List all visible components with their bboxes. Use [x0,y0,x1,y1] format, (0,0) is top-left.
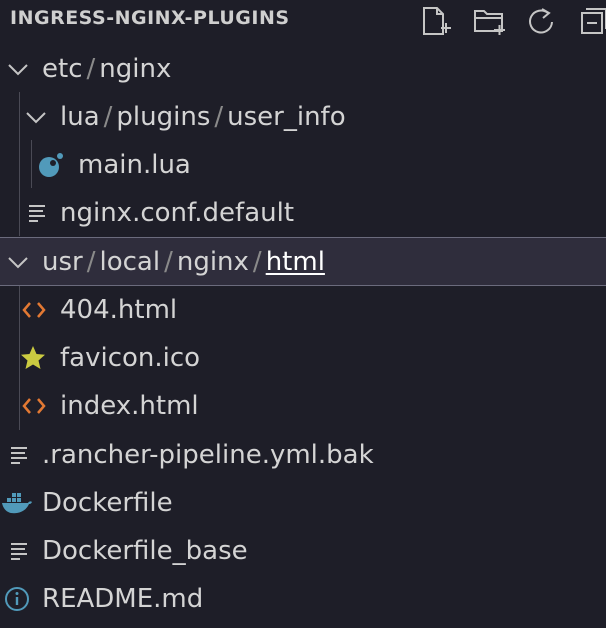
file-label: 404.html [60,295,178,325]
chevron-down-icon [8,257,28,269]
file-label: Dockerfile [42,488,173,518]
path-segment[interactable]: user_info [227,102,345,132]
refresh-icon [529,8,553,34]
file-label: .rancher-pipeline.yml.bak [42,440,374,470]
chevron-down-icon [8,64,28,76]
file-label: README.md [42,584,204,614]
new-folder-icon [474,10,505,35]
path-separator: / [86,54,96,84]
explorer-header: INGRESS-NGINX-PLUGINS [0,0,606,40]
path-separator: / [252,247,262,277]
tree-file-rancher-pipeline[interactable]: .rancher-pipeline.yml.bak [0,431,606,479]
file-label: main.lua [78,150,191,180]
docker-icon [2,493,32,514]
new-file-button[interactable] [418,4,452,38]
tree-file-index-html[interactable]: index.html [0,382,606,430]
file-label: nginx.conf.default [60,198,295,228]
star-icon [21,346,45,369]
path-segment[interactable]: plugins [116,102,210,132]
file-label: Dockerfile_base [42,536,248,566]
path-segment[interactable]: usr [42,247,83,277]
folder-label: usr / local / nginx / html [42,246,325,278]
path-separator: / [86,247,96,277]
html-file-icon [22,302,46,318]
text-file-icon [11,447,27,464]
path-segment[interactable]: etc [42,54,83,84]
new-folder-button[interactable] [472,4,506,38]
collapse-all-button[interactable] [576,4,606,38]
text-file-icon [11,543,27,560]
path-separator: / [164,247,173,277]
new-file-icon [423,7,451,35]
path-segment[interactable]: local [99,247,160,277]
tree-file-favicon-ico[interactable]: favicon.ico [0,334,606,382]
tree-folder-usr-local-nginx-html[interactable]: usr / local / nginx / html [0,237,606,286]
tree-folder-etc-nginx[interactable]: etc / nginx [0,45,606,93]
path-segment[interactable]: nginx [99,54,171,84]
path-separator: / [214,102,224,132]
folder-label: lua / plugins / user_info [60,101,346,133]
tree-folder-lua-plugins-user-info[interactable]: lua / plugins / user_info [0,93,606,141]
lua-file-icon [39,153,63,177]
folder-label: etc / nginx [42,53,171,85]
explorer-title: INGRESS-NGINX-PLUGINS [10,7,290,29]
tree-file-readme-md[interactable]: README.md [0,575,606,623]
tree-file-dockerfile-base[interactable]: Dockerfile_base [0,527,606,575]
tree-file-404-html[interactable]: 404.html [0,286,606,334]
path-separator: / [103,102,113,132]
tree-file-main-lua[interactable]: main.lua [0,141,606,189]
file-label: favicon.ico [60,343,201,373]
html-file-icon [22,398,46,414]
text-file-icon [29,205,45,222]
file-label: index.html [60,391,199,421]
path-segment[interactable]: nginx [177,247,249,277]
path-segment[interactable]: lua [60,102,100,132]
chevron-down-icon [26,112,46,124]
refresh-button[interactable] [524,4,558,38]
path-segment[interactable]: html [266,247,325,277]
tree-file-dockerfile[interactable]: Dockerfile [0,479,606,527]
info-icon [5,587,29,611]
collapse-all-icon [581,8,606,34]
tree-file-nginx-conf-default[interactable]: nginx.conf.default [0,189,606,237]
